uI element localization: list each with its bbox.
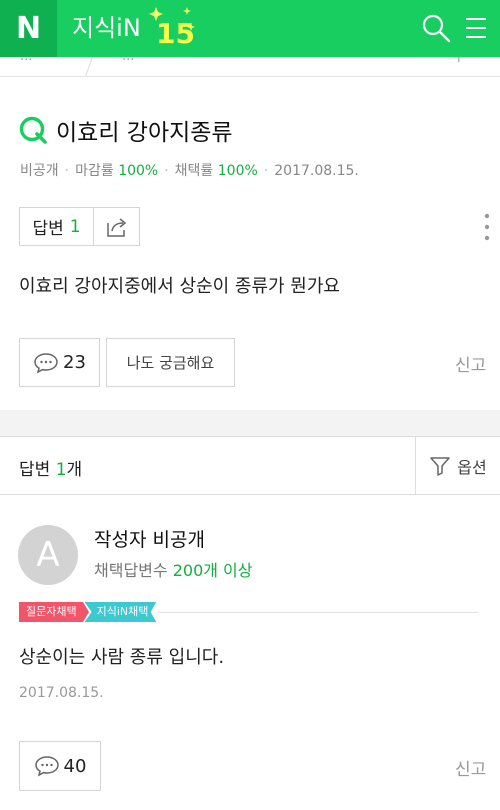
add-icon[interactable]: + xyxy=(452,57,465,66)
answers-count-value: 1 xyxy=(55,460,67,480)
answer-count-value: 1 xyxy=(69,216,81,237)
adoption-tags: 질문자채택 지식iN채택 xyxy=(19,601,479,623)
writer-stat: 채택답변수 200개 이상 xyxy=(94,557,253,581)
question-body: 이효리 강아지중에서 상순이 종류가 뭔가요 xyxy=(19,276,340,297)
answer-share-box: 답변 1 xyxy=(19,207,140,246)
answers-header: 답변 1개 옵션 xyxy=(0,436,500,495)
adopt-rate-value: 100% xyxy=(217,163,258,179)
adopted-answers-label: 채택답변수 xyxy=(94,561,168,580)
speech-bubble-icon xyxy=(34,756,59,777)
me-too-curious-button[interactable]: 나도 궁금해요 xyxy=(106,338,235,387)
adopt-rate-label: 채택률 xyxy=(174,163,214,179)
question-title: 이효리 강아지종류 xyxy=(56,120,233,146)
answer-comment-button[interactable]: 40 xyxy=(19,741,101,791)
answer-date: 2017.08.15. xyxy=(19,685,104,701)
share-icon xyxy=(106,217,126,237)
answers-count-title: 답변 1개 xyxy=(19,455,82,480)
close-rate-label: 마감률 xyxy=(75,163,114,179)
jisik-adopted-badge: 지식iN채택 xyxy=(84,602,157,622)
options-filter-button[interactable]: 옵션 xyxy=(415,437,500,494)
report-answer-link[interactable]: 신고 xyxy=(455,755,486,780)
naver-logo[interactable]: N xyxy=(0,0,57,57)
share-button[interactable] xyxy=(94,208,139,245)
asker-adopted-badge: 질문자채택 xyxy=(19,602,89,622)
answers-count-suffix: 개 xyxy=(66,460,83,480)
writer-name[interactable]: 작성자 비공개 xyxy=(94,525,205,552)
category-strip: ... ... + xyxy=(0,57,500,77)
avatar-letter: A xyxy=(36,535,60,575)
naver-logo-letter: N xyxy=(15,11,42,46)
anniversary-15-badge: 15 xyxy=(149,7,195,48)
filter-icon xyxy=(430,456,451,476)
search-icon[interactable] xyxy=(420,12,452,44)
badge-15-text: 15 xyxy=(156,17,195,48)
answer-count-label: 답변 xyxy=(32,219,64,239)
question-meta: 비공개 · 마감률 100% · 채택률 100% · 2017.08.15. xyxy=(20,163,359,179)
adopted-answers-value: 200개 이상 xyxy=(172,561,253,580)
breadcrumb-divider xyxy=(82,57,95,76)
close-rate-value: 100% xyxy=(118,163,159,179)
brand-title[interactable]: 지식iN xyxy=(72,10,141,46)
tag-divider xyxy=(158,611,479,613)
report-question-link[interactable]: 신고 xyxy=(455,351,486,376)
answer-count-button[interactable]: 답변 1 xyxy=(20,208,94,245)
visibility-label: 비공개 xyxy=(20,163,59,179)
options-label: 옵션 xyxy=(457,457,487,477)
hamburger-menu-icon[interactable] xyxy=(462,14,490,42)
question-title-row: 이효리 강아지종류 xyxy=(18,112,233,148)
speech-bubble-icon xyxy=(34,352,58,373)
breadcrumb-item[interactable]: ... xyxy=(20,57,32,64)
top-bar: N 지식iN 15 xyxy=(0,0,500,57)
question-date: 2017.08.15. xyxy=(274,163,359,179)
section-separator xyxy=(0,410,500,436)
question-q-icon xyxy=(19,116,47,144)
comment-count: 23 xyxy=(63,352,86,373)
more-options-icon[interactable] xyxy=(483,213,491,241)
answer-body: 상순이는 사람 종류 입니다. xyxy=(19,647,225,668)
avatar[interactable]: A xyxy=(18,525,78,585)
breadcrumb-item[interactable]: ... xyxy=(122,57,134,64)
answers-count-label: 답변 xyxy=(19,460,51,480)
answer-comment-count: 40 xyxy=(63,755,87,777)
comment-button[interactable]: 23 xyxy=(19,338,100,387)
